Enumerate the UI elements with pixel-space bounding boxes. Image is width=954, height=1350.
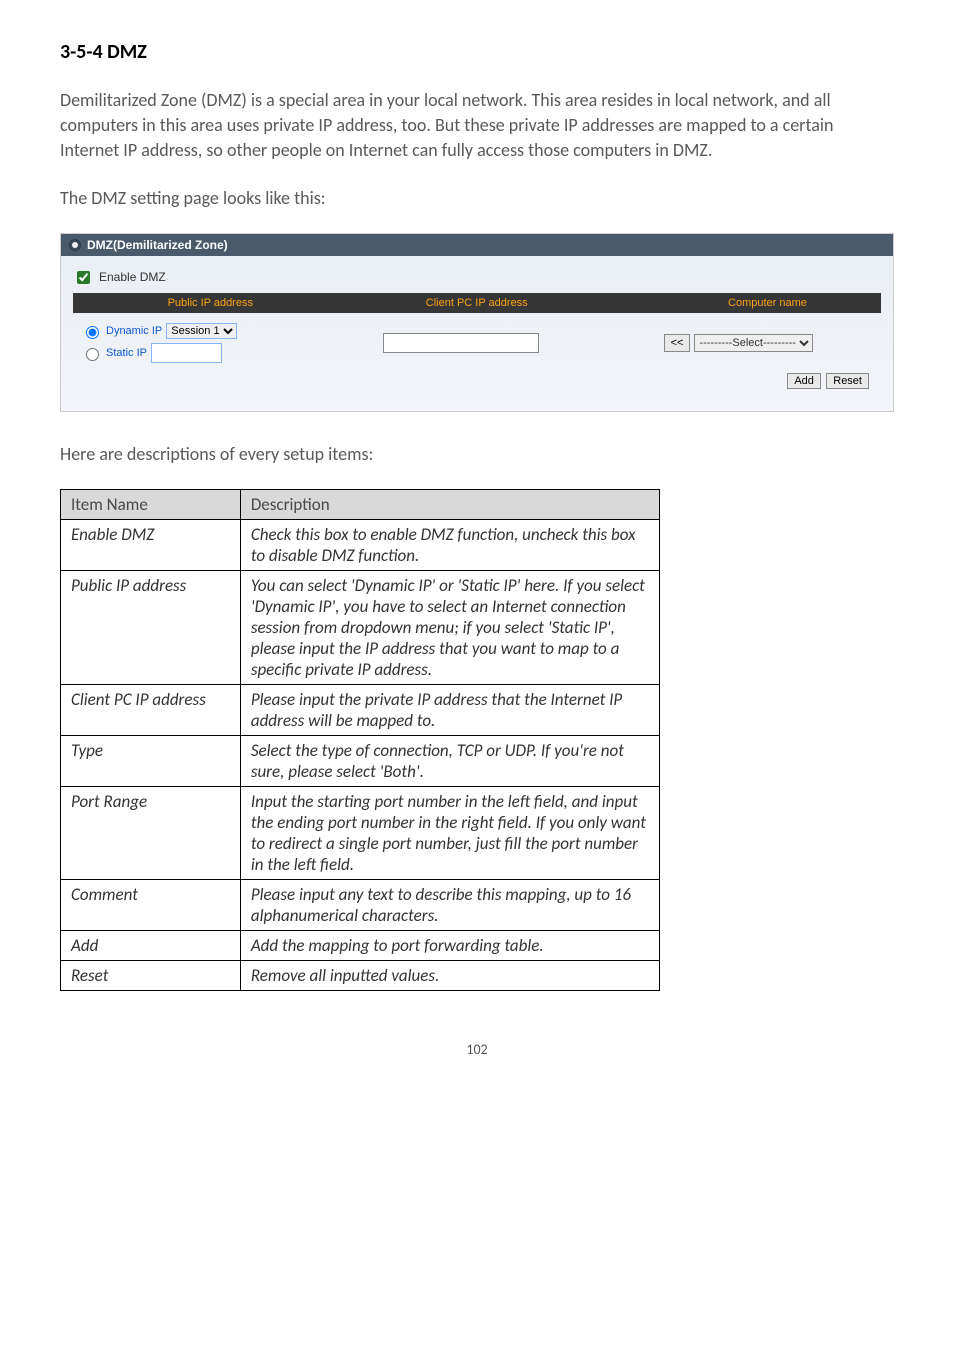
reset-button[interactable]: Reset [826,373,869,389]
row-description: Input the starting port number in the le… [240,786,660,879]
enable-dmz-label: Enable DMZ [99,270,166,284]
table-row: CommentPlease input any text to describe… [61,879,660,930]
lead-in-text: The DMZ setting page looks like this: [60,186,894,211]
static-ip-input[interactable] [151,343,222,363]
table-row: Enable DMZCheck this box to enable DMZ f… [61,519,660,570]
row-label: Add [61,930,241,960]
dmz-table-row: Dynamic IP Session 1 Static IP << ------… [73,313,881,369]
row-description: Add the mapping to port forwarding table… [240,930,660,960]
computer-name-select[interactable]: ---------Select--------- [694,334,813,352]
bullet-icon [69,239,81,251]
page-number: 102 [60,1041,894,1058]
static-ip-option[interactable]: Static IP [81,343,334,363]
enable-dmz-checkbox[interactable] [77,271,90,284]
row-label: Port Range [61,786,241,879]
panel-title: DMZ(Demilitarized Zone) [87,238,228,252]
description-table: Item Name Description Enable DMZCheck th… [60,489,660,991]
table-row: TypeSelect the type of connection, TCP o… [61,735,660,786]
add-button[interactable]: Add [787,373,821,389]
table-row: Public IP addressYou can select 'Dynamic… [61,570,660,684]
col-computer-name: Computer name [606,293,929,313]
row-label: Type [61,735,241,786]
row-description: You can select 'Dynamic IP' or 'Static I… [240,570,660,684]
table-row: Client PC IP addressPlease input the pri… [61,684,660,735]
section-heading: 3-5-4 DMZ [60,40,894,64]
col-public-ip: Public IP address [73,293,348,313]
row-label: Enable DMZ [61,519,241,570]
desc-lead-in: Here are descriptions of every setup ite… [60,442,894,467]
row-description: Please input the private IP address that… [240,684,660,735]
row-label: Public IP address [61,570,241,684]
session-select[interactable]: Session 1 [166,323,237,339]
th-item-name: Item Name [61,489,241,519]
dynamic-ip-label: Dynamic IP [106,325,162,337]
client-ip-input[interactable] [383,333,539,353]
table-row: Port RangeInput the starting port number… [61,786,660,879]
intro-paragraph: Demilitarized Zone (DMZ) is a special ar… [60,88,894,164]
col-client-ip: Client PC IP address [348,293,606,313]
row-description: Remove all inputted values. [240,960,660,990]
table-row: AddAdd the mapping to port forwarding ta… [61,930,660,960]
dynamic-ip-radio[interactable] [86,326,99,339]
dmz-config-panel: DMZ(Demilitarized Zone) Enable DMZ Publi… [60,233,894,412]
static-ip-radio[interactable] [86,348,99,361]
row-label: Client PC IP address [61,684,241,735]
row-label: Reset [61,960,241,990]
th-description: Description [240,489,660,519]
table-row: ResetRemove all inputted values. [61,960,660,990]
static-ip-label: Static IP [106,347,147,359]
row-description: Select the type of connection, TCP or UD… [240,735,660,786]
row-label: Comment [61,879,241,930]
row-description: Check this box to enable DMZ function, u… [240,519,660,570]
dynamic-ip-option[interactable]: Dynamic IP Session 1 [81,323,334,339]
assign-button[interactable]: << [664,334,691,352]
panel-header: DMZ(Demilitarized Zone) [61,234,893,256]
dmz-table-header: Public IP address Client PC IP address C… [73,293,881,313]
row-description: Please input any text to describe this m… [240,879,660,930]
